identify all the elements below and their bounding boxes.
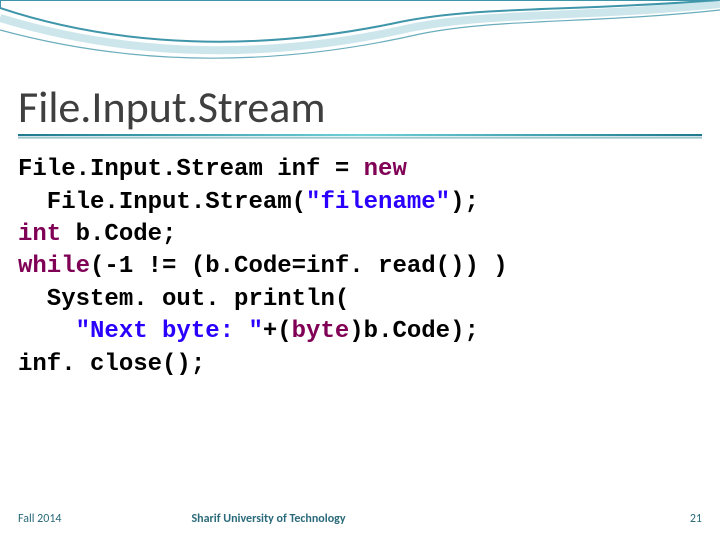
code-line-5: System. out. println( xyxy=(18,286,349,313)
slide-title: File.Input.Stream xyxy=(18,84,702,130)
code-line-7: inf. close(); xyxy=(18,351,205,378)
string-literal: "filename" xyxy=(306,189,450,216)
code-text: File.Input.Stream inf = xyxy=(18,156,364,183)
code-text: (-1 != (b.Code=inf. read()) ) xyxy=(90,253,508,280)
keyword-byte: byte xyxy=(292,318,350,345)
keyword-new: new xyxy=(364,156,407,183)
code-line-6: "Next byte: "+(byte)b.Code); xyxy=(18,318,479,345)
code-line-1: File.Input.Stream inf = new xyxy=(18,156,407,183)
code-line-4: while(-1 != (b.Code=inf. read()) ) xyxy=(18,253,508,280)
code-text xyxy=(18,318,76,345)
keyword-int: int xyxy=(18,221,61,248)
slide-footer: Fall 2014 Sharif University of Technolog… xyxy=(18,512,702,526)
header-swoosh xyxy=(0,0,720,80)
code-line-2: File.Input.Stream("filename"); xyxy=(18,189,479,216)
code-block: File.Input.Stream inf = new File.Input.S… xyxy=(18,154,702,381)
code-line-3: int b.Code; xyxy=(18,221,176,248)
code-text: File.Input.Stream( xyxy=(18,189,306,216)
keyword-while: while xyxy=(18,253,90,280)
code-text: )b.Code); xyxy=(349,318,479,345)
slide-content: File.Input.Stream File.Input.Stream inf … xyxy=(18,84,702,381)
slide-number: 21 xyxy=(690,512,702,526)
title-underline xyxy=(18,134,702,140)
string-literal: "Next byte: " xyxy=(76,318,263,345)
code-text: +( xyxy=(263,318,292,345)
code-text: b.Code; xyxy=(61,221,176,248)
footer-org: Sharif University of Technology xyxy=(62,512,690,526)
footer-date: Fall 2014 xyxy=(18,512,62,526)
code-text: ); xyxy=(450,189,479,216)
